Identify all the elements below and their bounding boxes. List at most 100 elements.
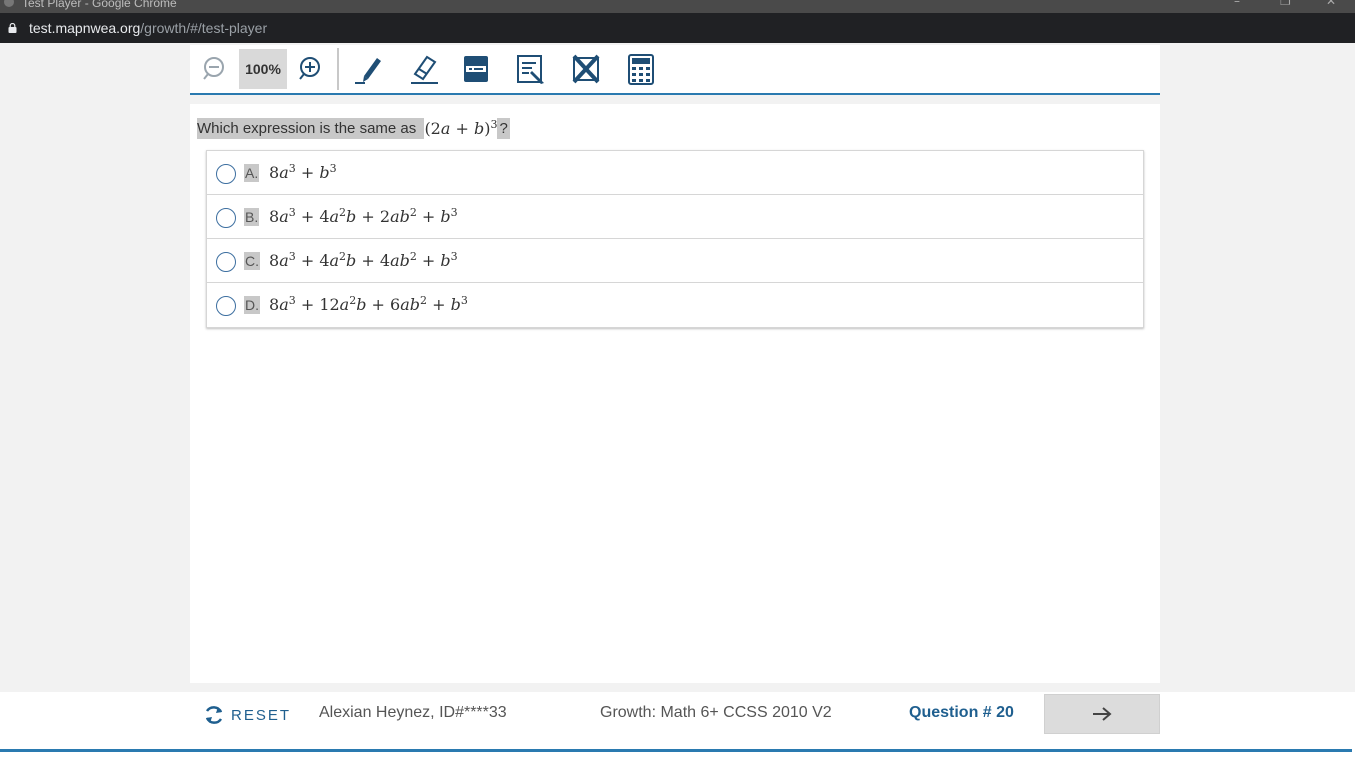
- plus-sign: +: [295, 163, 320, 182]
- term-variable: b: [319, 163, 330, 182]
- footer-accent-line: [0, 749, 1352, 752]
- term-coefficient: 4: [319, 251, 330, 270]
- next-button[interactable]: [1044, 694, 1160, 734]
- term-exponent: 2: [339, 250, 347, 263]
- term-coefficient: 8: [269, 207, 280, 226]
- calculator-button[interactable]: [619, 49, 663, 89]
- url-path: /growth/#/test-player: [140, 20, 268, 36]
- close-window-icon[interactable]: ✕: [1326, 0, 1336, 8]
- highlighter-icon: [355, 58, 381, 84]
- radio-button[interactable]: [216, 208, 236, 228]
- expr-exponent: 3: [490, 117, 498, 131]
- test-toolbar: 100%: [190, 45, 1160, 95]
- term-variable: ab: [400, 295, 421, 314]
- eraser-button[interactable]: [402, 49, 446, 89]
- url-text[interactable]: test.mapnwea.org/growth/#/test-player: [29, 20, 267, 36]
- plus-sign: +: [416, 251, 441, 270]
- answer-choice[interactable]: D. 8a3 + 12a2b + 6ab2 + b3: [207, 283, 1143, 327]
- term-variable: a: [329, 207, 340, 226]
- term-exponent: 2: [409, 250, 417, 263]
- zoom-out-icon: [203, 57, 224, 80]
- answer-eliminator-icon: [572, 54, 600, 84]
- term-exponent: 3: [460, 294, 468, 307]
- term-coefficient: 8: [269, 295, 280, 314]
- term-variable: b: [440, 251, 451, 270]
- url-host: test.mapnwea.org: [29, 20, 141, 36]
- answer-choice[interactable]: A. 8a3 + b3: [207, 151, 1143, 195]
- term-coefficient: 8: [269, 163, 280, 182]
- radio-button[interactable]: [216, 296, 236, 316]
- choice-expression: 8a3 + 4a2b + 4ab2 + b3: [269, 251, 458, 270]
- plus-sign: +: [427, 295, 451, 314]
- term-variable: b: [450, 295, 461, 314]
- term-exponent: 2: [339, 206, 347, 219]
- highlighter-button[interactable]: [347, 49, 391, 89]
- zoom-level: 100%: [239, 49, 287, 89]
- choice-letter: A.: [244, 164, 260, 182]
- term-coefficient: 4: [379, 251, 391, 270]
- term-exponent: 3: [329, 162, 337, 175]
- term-exponent: 3: [288, 294, 296, 307]
- zoom-out-button[interactable]: [192, 49, 236, 89]
- expr-var-a: a: [440, 118, 451, 138]
- term-variable: ab: [390, 251, 410, 270]
- lock-icon: [8, 23, 17, 33]
- term-variable: a: [279, 207, 289, 226]
- question-prompt: Which expression is the same as: [197, 117, 419, 139]
- term-variable: b: [440, 207, 451, 226]
- question-expression: (2a + b)3: [424, 119, 497, 138]
- question-stem: Which expression is the same as (2a + b)…: [197, 115, 510, 141]
- term-coefficient: 12: [319, 295, 340, 314]
- line-reader-button[interactable]: [454, 49, 498, 89]
- term-coefficient: 2: [379, 207, 391, 226]
- radio-button[interactable]: [216, 252, 236, 272]
- term-exponent: 2: [409, 206, 417, 219]
- calculator-icon: [628, 54, 654, 85]
- term-variable: a: [279, 251, 289, 270]
- answer-choice[interactable]: C. 8a3 + 4a2b + 4ab2 + b3: [207, 239, 1143, 283]
- radio-button[interactable]: [216, 164, 236, 184]
- term-variable: ab: [390, 207, 410, 226]
- term-exponent: 3: [288, 250, 296, 263]
- term-variable: a: [279, 163, 289, 182]
- term-variable-2: b: [346, 207, 357, 226]
- term-coefficient: 6: [390, 295, 401, 314]
- choice-letter: B.: [244, 208, 260, 226]
- expr-var-b: b: [473, 118, 485, 138]
- term-exponent: 3: [450, 250, 458, 263]
- zoom-in-button[interactable]: [288, 49, 332, 89]
- term-variable-2: b: [356, 295, 367, 314]
- plus-sign: +: [416, 207, 441, 226]
- plus-sign: +: [366, 295, 391, 314]
- term-exponent: 3: [450, 206, 458, 219]
- restore-icon[interactable]: ❐: [1280, 0, 1291, 8]
- reset-icon: [205, 706, 223, 724]
- expr-pre: (2: [424, 118, 441, 138]
- address-bar[interactable]: test.mapnwea.org/growth/#/test-player: [0, 13, 1355, 43]
- question-panel: Which expression is the same as (2a + b)…: [190, 104, 1160, 683]
- expr-mid: +: [450, 118, 474, 138]
- plus-sign: +: [295, 295, 320, 314]
- plus-sign: +: [295, 251, 320, 270]
- term-exponent: 3: [288, 162, 296, 175]
- answer-choice[interactable]: B. 8a3 + 4a2b + 2ab2 + b3: [207, 195, 1143, 239]
- choice-expression: 8a3 + 4a2b + 2ab2 + b3: [269, 207, 458, 226]
- answer-choices: A. 8a3 + b3 B. 8a3 + 4a2b + 2ab2 + b3 C. 8a3 …: [206, 150, 1144, 328]
- minimize-icon[interactable]: –: [1234, 0, 1240, 8]
- notepad-icon: [517, 55, 544, 84]
- question-mark: ?: [497, 117, 510, 139]
- term-variable-2: b: [346, 251, 357, 270]
- chrome-favicon-icon: [4, 0, 14, 7]
- term-variable: a: [339, 295, 350, 314]
- reset-button[interactable]: RESET: [203, 704, 291, 726]
- footer-bar: RESET Alexian Heynez, ID#****33 Growth: …: [0, 692, 1355, 759]
- plus-sign: +: [356, 207, 380, 226]
- arrow-right-icon: [1093, 707, 1112, 721]
- term-exponent: 2: [420, 294, 428, 307]
- answer-eliminator-button[interactable]: [564, 49, 608, 89]
- term-variable: a: [279, 295, 289, 314]
- reset-label: RESET: [231, 706, 292, 724]
- notepad-button[interactable]: [509, 49, 553, 89]
- plus-sign: +: [356, 251, 380, 270]
- student-info: Alexian Heynez, ID#****33: [319, 704, 507, 721]
